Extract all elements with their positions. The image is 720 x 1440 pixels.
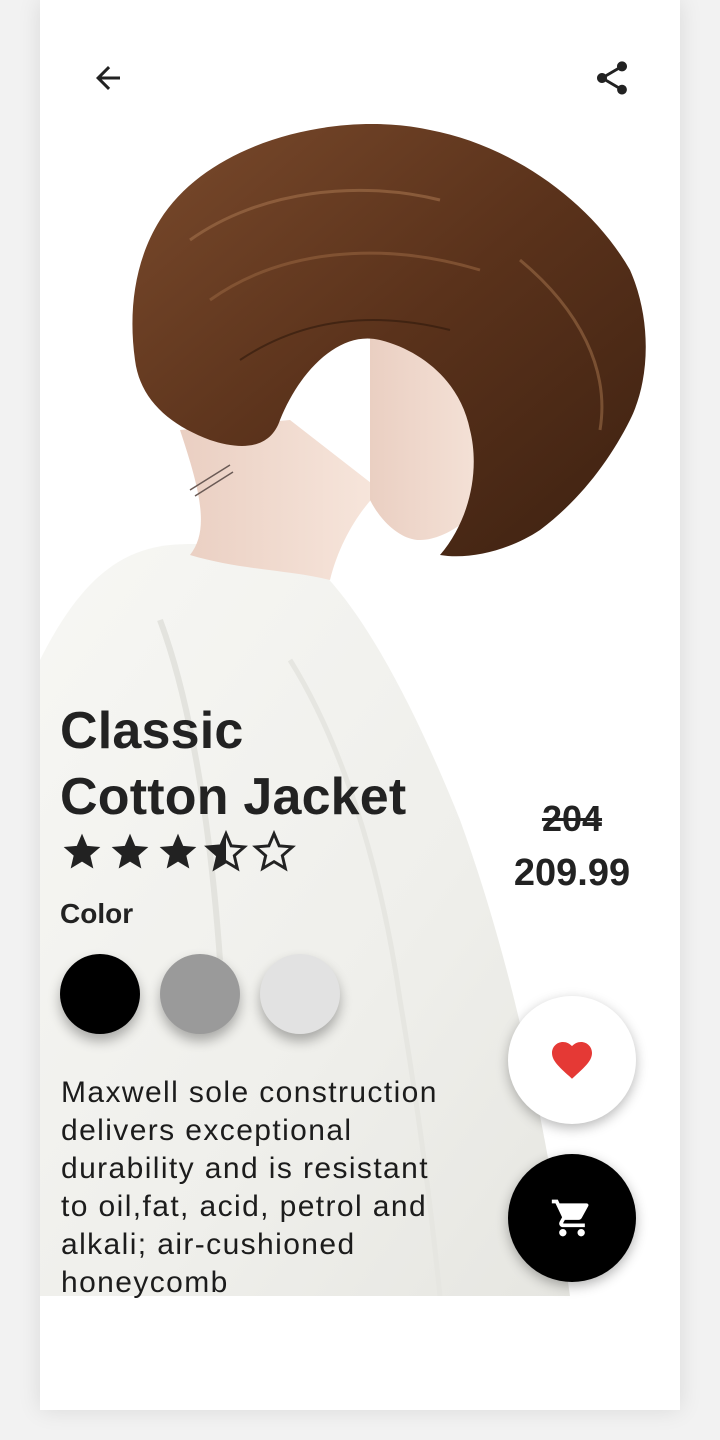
shopping-cart-icon — [551, 1199, 589, 1237]
product-title: Classic Cotton Jacket — [60, 698, 406, 830]
arrow-left-icon — [96, 66, 120, 90]
share-button[interactable] — [584, 50, 640, 106]
product-title-line-2: Cotton Jacket — [60, 768, 407, 826]
share-icon — [597, 61, 627, 95]
color-swatch-1[interactable] — [60, 954, 140, 1034]
color-label: Color — [60, 898, 134, 929]
heart-icon — [552, 1042, 592, 1079]
back-button[interactable] — [80, 50, 136, 106]
rating-stars — [60, 830, 296, 874]
product-title-line-1: Classic — [60, 702, 244, 760]
product-screen: Classic Cotton Jacket Color Maxwell sole… — [40, 0, 680, 1410]
color-swatch-2[interactable] — [160, 954, 240, 1034]
star-full-icon — [159, 833, 197, 869]
favorite-button[interactable] — [508, 996, 636, 1124]
color-swatches — [60, 954, 340, 1034]
star-full-icon — [63, 833, 101, 869]
price: 209.99 — [513, 852, 631, 894]
product-description: Maxwell sole construction delivers excep… — [61, 1076, 438, 1299]
star-empty-icon — [252, 830, 296, 872]
old-price: 204 — [541, 798, 603, 839]
add-to-cart-button[interactable] — [508, 1154, 636, 1282]
star-half-icon — [204, 830, 248, 872]
star-full-icon — [111, 833, 149, 869]
color-swatch-3[interactable] — [260, 954, 340, 1034]
